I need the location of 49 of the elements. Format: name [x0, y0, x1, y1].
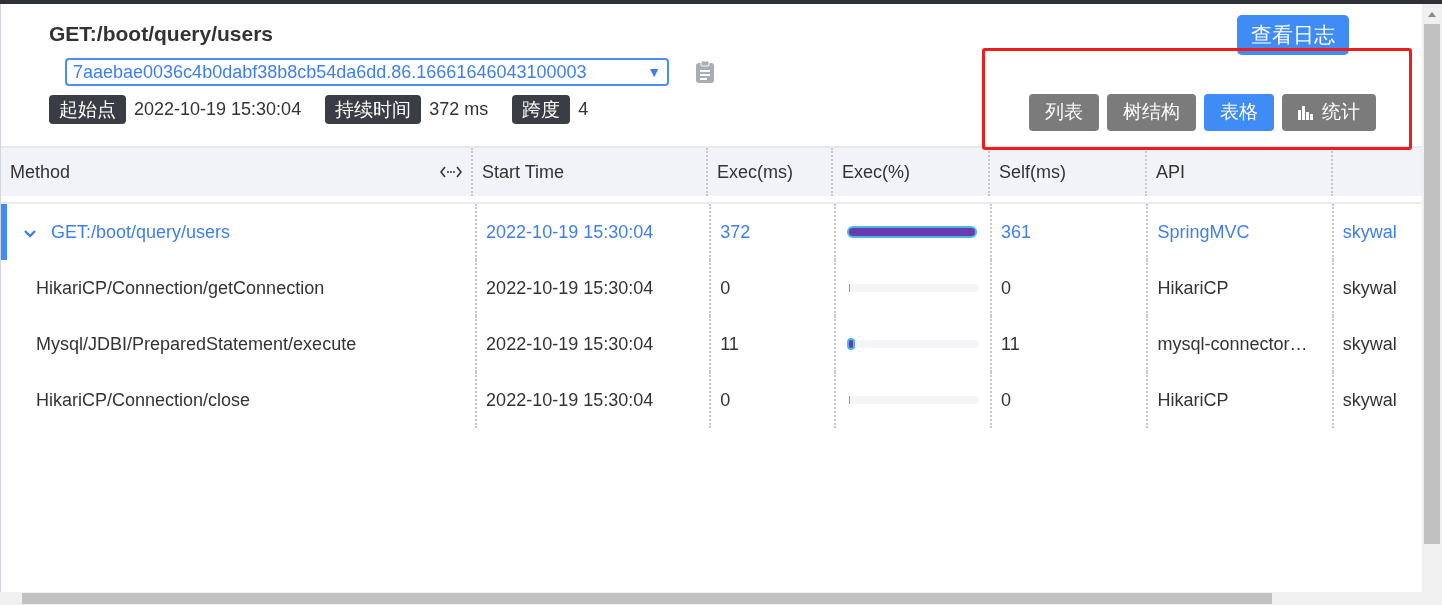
- table-cell-text: skywal: [1342, 276, 1397, 300]
- column-header[interactable]: Method: [10, 158, 71, 186]
- column-header[interactable]: Exec(ms): [717, 158, 793, 186]
- table-cell-text: 0: [720, 388, 731, 412]
- table-cell-text: skywal: [1342, 220, 1397, 244]
- table-cell-text: SpringMVC: [1157, 220, 1250, 244]
- table-cell-text: skywal: [1342, 388, 1397, 412]
- table-cell-text: 2022-10-19 15:30:04: [486, 388, 654, 412]
- stat-value: 4: [578, 98, 589, 121]
- table-cell-text: 361: [1001, 220, 1032, 244]
- dropdown-arrow: ▼: [647, 62, 661, 82]
- column-header[interactable]: Self(ms): [999, 158, 1066, 186]
- column-header[interactable]: Start Time: [482, 158, 565, 186]
- chevron-down-icon[interactable]: [23, 229, 37, 239]
- table-cell-text: 11: [1001, 332, 1020, 356]
- table-cell-text: 0: [1001, 276, 1012, 300]
- table-cell-text: 11: [720, 332, 739, 356]
- column-header[interactable]: Exec(%): [842, 158, 910, 186]
- trace-select[interactable]: 7aaebae0036c4b0dabf38b8cb54da6dd.86.16661646043100003 ▼: [65, 58, 669, 86]
- horizontal-scrollbar[interactable]: [0, 592, 1442, 605]
- table-cell-text: GET:/boot/query/users: [51, 220, 231, 244]
- table-cell-text: HikariCP: [1157, 388, 1229, 412]
- table-cell-text: 0: [720, 276, 731, 300]
- view-tab[interactable]: 树结构: [1107, 94, 1196, 131]
- trace-id-text: 7aaebae0036c4b0dabf38b8cb54da6dd.86.16661646043100003: [73, 60, 587, 84]
- resize-icon[interactable]: [440, 166, 462, 178]
- stat-value: 372 ms: [429, 98, 489, 121]
- stat-label: 持续时间: [325, 95, 422, 124]
- stat-label: 跨度: [512, 95, 571, 124]
- table-cell-text: HikariCP/Connection/getConnection: [36, 276, 325, 300]
- table-cell-text: 372: [720, 220, 751, 244]
- table-cell-text: HikariCP: [1157, 276, 1229, 300]
- table-cell-text: 2022-10-19 15:30:04: [486, 276, 654, 300]
- table-cell-text: mysql-connector…: [1157, 332, 1308, 356]
- view-tab[interactable]: 统计: [1282, 94, 1376, 131]
- table-cell-text: HikariCP/Connection/close: [36, 388, 251, 412]
- stat-label: 起始点: [49, 95, 126, 124]
- table-cell-text: 2022-10-19 15:30:04: [486, 220, 654, 244]
- trace-title: GET:/boot/query/users: [49, 21, 275, 47]
- column-header[interactable]: API: [1156, 158, 1185, 186]
- table-cell-text: 2022-10-19 15:30:04: [486, 332, 654, 356]
- table-cell-text: Mysql/JDBI/PreparedStatement/execute: [36, 332, 357, 356]
- table-cell-text: 0: [1001, 388, 1012, 412]
- clipboard-icon[interactable]: [695, 60, 715, 84]
- view-tab[interactable]: 列表: [1029, 94, 1099, 131]
- vertical-scrollbar[interactable]: [1422, 4, 1442, 592]
- bar-chart-icon: [1298, 105, 1314, 120]
- table-cell-text: skywal: [1342, 332, 1397, 356]
- stat-value: 2022-10-19 15:30:04: [134, 98, 302, 121]
